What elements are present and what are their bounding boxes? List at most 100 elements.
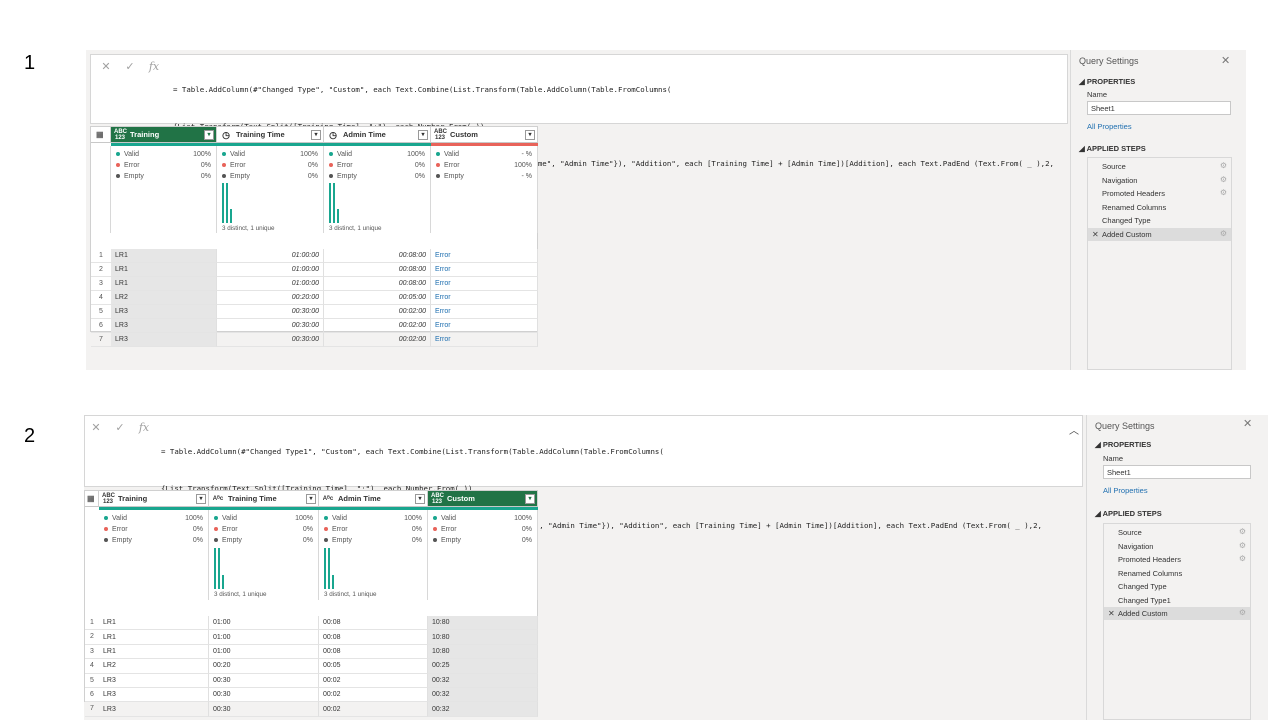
- table-cell[interactable]: 00:30:00: [217, 319, 324, 333]
- applied-step-item[interactable]: Source ⚙: [1088, 160, 1231, 173]
- gear-icon[interactable]: ⚙: [1239, 608, 1246, 617]
- applied-step-item[interactable]: Renamed Columns: [1104, 567, 1250, 580]
- column-header-training[interactable]: ABC 123 Training ▾: [99, 491, 209, 507]
- column-header-custom[interactable]: ABC 123 Custom ▾: [431, 127, 538, 143]
- query-name-input[interactable]: Sheet1: [1087, 101, 1231, 115]
- applied-step-item[interactable]: Changed Type: [1104, 580, 1250, 593]
- table-cell[interactable]: Error: [431, 319, 538, 333]
- gear-icon[interactable]: ⚙: [1220, 161, 1227, 170]
- chevron-down-icon[interactable]: ▾: [204, 130, 214, 140]
- table-cell[interactable]: LR1: [111, 249, 217, 263]
- close-icon[interactable]: ✕: [89, 421, 103, 434]
- table-cell[interactable]: 10:80: [428, 630, 538, 645]
- table-cell[interactable]: Error: [431, 249, 538, 263]
- text-type-icon[interactable]: Aᴮc: [212, 496, 224, 502]
- table-cell[interactable]: Error: [431, 305, 538, 319]
- table-cell[interactable]: 01:00:00: [217, 249, 324, 263]
- table-cell[interactable]: 00:30: [209, 688, 319, 703]
- applied-step-item[interactable]: Promoted Headers ⚙: [1088, 187, 1231, 200]
- table-cell[interactable]: LR3: [99, 702, 209, 717]
- distribution-bar[interactable]: [337, 209, 339, 223]
- distribution-bar[interactable]: [328, 548, 330, 589]
- close-icon[interactable]: ✕: [99, 60, 113, 73]
- applied-step-item[interactable]: Source ⚙: [1104, 526, 1250, 539]
- chevron-up-icon[interactable]: ︿: [1069, 422, 1079, 437]
- table-cell[interactable]: LR3: [99, 673, 209, 688]
- all-properties-link[interactable]: All Properties: [1087, 122, 1132, 131]
- distribution-bar[interactable]: [329, 183, 331, 223]
- type-icon[interactable]: ABC 123: [102, 493, 115, 505]
- query-name-input[interactable]: Sheet1: [1103, 465, 1251, 479]
- table-cell[interactable]: 00:32: [428, 702, 538, 717]
- distribution-chart[interactable]: [329, 183, 339, 223]
- table-cell[interactable]: 01:00:00: [217, 277, 324, 291]
- table-cell[interactable]: Error: [431, 277, 538, 291]
- type-icon[interactable]: ABC 123: [434, 129, 447, 141]
- table-cell[interactable]: LR1: [111, 263, 217, 277]
- table-cell[interactable]: 00:02:00: [324, 319, 431, 333]
- distribution-bar[interactable]: [332, 575, 334, 589]
- distribution-bar[interactable]: [230, 209, 232, 223]
- table-cell[interactable]: 00:20:00: [217, 291, 324, 305]
- table-cell[interactable]: 00:02:00: [324, 333, 431, 347]
- gear-icon[interactable]: ⚙: [1220, 229, 1227, 238]
- table-cell[interactable]: 00:08: [319, 630, 428, 645]
- table-cell[interactable]: 10:80: [428, 644, 538, 660]
- applied-step-item[interactable]: ✕ Added Custom ⚙: [1104, 607, 1250, 620]
- chevron-down-icon[interactable]: ▾: [525, 130, 535, 140]
- table-cell[interactable]: LR2: [111, 291, 217, 305]
- column-header-custom[interactable]: ABC 123 Custom ▾: [428, 491, 538, 507]
- gear-icon[interactable]: ⚙: [1239, 554, 1246, 563]
- properties-heading[interactable]: ◢ PROPERTIES: [1079, 77, 1135, 86]
- check-icon[interactable]: ✓: [123, 60, 137, 73]
- close-icon[interactable]: ✕: [1221, 54, 1230, 67]
- chevron-down-icon[interactable]: ▾: [311, 130, 321, 140]
- applied-step-item[interactable]: Changed Type: [1088, 214, 1231, 227]
- table-cell[interactable]: 00:02: [319, 702, 428, 717]
- table-cell[interactable]: LR3: [111, 305, 217, 319]
- properties-heading[interactable]: ◢ PROPERTIES: [1095, 440, 1151, 449]
- applied-step-item[interactable]: Promoted Headers ⚙: [1104, 553, 1250, 566]
- gear-icon[interactable]: ⚙: [1239, 541, 1246, 550]
- applied-steps-heading[interactable]: ◢ APPLIED STEPS: [1079, 144, 1146, 153]
- table-cell[interactable]: Error: [431, 263, 538, 277]
- distribution-chart[interactable]: [324, 548, 334, 589]
- fx-icon[interactable]: fx: [137, 421, 151, 434]
- table-cell[interactable]: LR1: [111, 277, 217, 291]
- column-header-training[interactable]: ABC 123 Training ▾: [111, 127, 217, 143]
- applied-steps-heading[interactable]: ◢ APPLIED STEPS: [1095, 509, 1162, 518]
- table-cell[interactable]: LR1: [99, 616, 209, 631]
- table-cell[interactable]: 00:30: [209, 702, 319, 717]
- table-cell[interactable]: 00:08:00: [324, 277, 431, 291]
- applied-step-item[interactable]: Changed Type1: [1104, 594, 1250, 607]
- distribution-bar[interactable]: [222, 183, 224, 223]
- table-cell[interactable]: Error: [431, 333, 538, 347]
- applied-step-item[interactable]: Navigation ⚙: [1088, 174, 1231, 187]
- table-menu-icon[interactable]: ▦: [85, 491, 99, 507]
- clock-icon[interactable]: ◷: [327, 130, 339, 139]
- table-cell[interactable]: 00:02: [319, 673, 428, 688]
- gear-icon[interactable]: ⚙: [1239, 527, 1246, 536]
- table-cell[interactable]: 00:30:00: [217, 305, 324, 319]
- fx-icon[interactable]: fx: [147, 60, 161, 73]
- gear-icon[interactable]: ⚙: [1220, 175, 1227, 184]
- distribution-bar[interactable]: [226, 183, 228, 223]
- table-cell[interactable]: 00:20: [209, 659, 319, 674]
- table-cell[interactable]: 00:30:00: [217, 333, 324, 347]
- table-cell[interactable]: 00:32: [428, 673, 538, 688]
- column-header-admin-time[interactable]: Aᴮc Admin Time ▾: [319, 491, 428, 507]
- formula-bar[interactable]: ✕ ✓ fx = Table.AddColumn(#"Changed Type1…: [84, 415, 1083, 567]
- table-cell[interactable]: 01:00: [209, 644, 319, 660]
- distribution-bar[interactable]: [218, 548, 220, 589]
- type-icon[interactable]: ABC 123: [114, 129, 127, 141]
- formula-bar[interactable]: ✕ ✓ fx = Table.AddColumn(#"Changed Type"…: [90, 54, 1068, 205]
- close-icon[interactable]: ✕: [1243, 417, 1252, 430]
- column-header-training-time[interactable]: Aᴮc Training Time ▾: [209, 491, 319, 507]
- chevron-down-icon[interactable]: ▾: [196, 494, 206, 504]
- distribution-bar[interactable]: [324, 548, 326, 589]
- distribution-chart[interactable]: [222, 183, 232, 223]
- table-cell[interactable]: LR1: [99, 644, 209, 660]
- check-icon[interactable]: ✓: [113, 421, 127, 434]
- table-cell[interactable]: 00:02: [319, 688, 428, 703]
- distribution-chart[interactable]: [214, 548, 224, 589]
